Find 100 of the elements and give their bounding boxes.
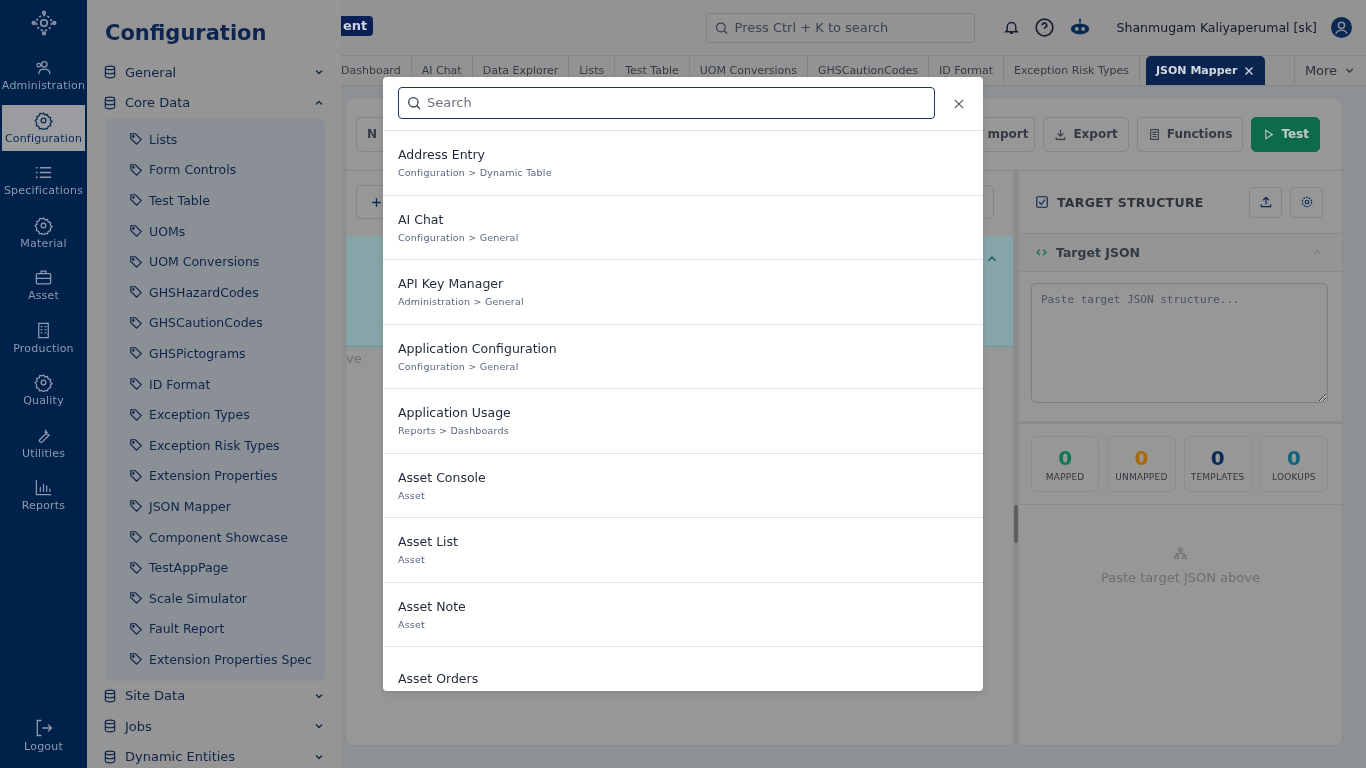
menu-item[interactable]: ID Format [129, 368, 325, 400]
menu-item[interactable]: GHSHazardCodes [129, 276, 325, 308]
search-field[interactable]: Press Ctrl + K to search [705, 12, 975, 43]
stat-value: 0 [1058, 446, 1073, 470]
upload-icon [1258, 195, 1273, 209]
search-result[interactable]: API Key Manager Administration > General [383, 260, 983, 325]
gear-icon [34, 373, 53, 392]
logout-button[interactable]: Logout [2, 712, 85, 758]
toolbar-button[interactable]: Functions [1136, 116, 1244, 152]
menu-item[interactable]: Exception Risk Types [129, 429, 325, 461]
panel-title: Configuration [105, 21, 268, 45]
help-icon[interactable] [1033, 17, 1055, 38]
tag-icon [129, 530, 143, 544]
tag-icon [129, 224, 143, 239]
stat-value: 0 [1134, 446, 1149, 470]
tab[interactable]: JSON Mapper [1146, 56, 1266, 85]
menu-item[interactable]: TestAppPage [129, 552, 325, 583]
search-result[interactable]: AI Chat Configuration > General [383, 195, 983, 260]
tag-icon [129, 652, 143, 667]
stat-label: UNMAPPED [1115, 472, 1168, 482]
menu-item[interactable]: Lists [129, 124, 325, 155]
tag-icon [129, 407, 143, 422]
menu-group[interactable]: General [103, 57, 325, 88]
chart-icon [34, 478, 53, 497]
menu-item[interactable]: GHSPictograms [129, 338, 325, 369]
tag-icon [129, 193, 143, 208]
user-name: Shanmugam Kaliyaperumal [sk] [1116, 20, 1317, 35]
menu-item[interactable]: UOM Conversions [129, 246, 325, 277]
download-icon [1054, 127, 1068, 141]
tag-icon [129, 591, 143, 606]
nav-item[interactable]: Reports [2, 472, 85, 518]
test-button[interactable]: Test [1251, 116, 1320, 152]
tag-icon [129, 468, 143, 483]
hierarchy-icon [1174, 547, 1187, 560]
tag-icon [129, 162, 143, 177]
menu-item[interactable]: Exception Types [129, 399, 325, 430]
nav-item[interactable]: Production [2, 314, 85, 361]
search-field[interactable]: Search [398, 86, 935, 119]
stat-label: TEMPLATES [1190, 472, 1245, 482]
panel-title: TARGET STRUCTURE [1057, 194, 1204, 210]
search-result[interactable]: Asset Orders [383, 647, 983, 691]
menu-item[interactable]: Test Table [129, 185, 325, 216]
nav-item[interactable]: Material [2, 209, 85, 256]
search-result[interactable]: Application Usage Reports > Dashboards [383, 389, 983, 454]
menu-item[interactable]: JSON Mapper [129, 491, 325, 522]
menu-group[interactable]: Dynamic Entities [103, 741, 325, 768]
database-icon [103, 719, 117, 734]
tag-icon [129, 499, 143, 514]
menu-group[interactable]: Core Data [103, 87, 325, 118]
search-result[interactable]: Address Entry Configuration > Dynamic Table [383, 131, 983, 196]
menu-item[interactable]: Component Showcase [129, 521, 325, 553]
search-result[interactable]: Asset Console Asset [383, 453, 983, 518]
menu-item[interactable]: Fault Report [129, 613, 325, 645]
stat-value: 0 [1286, 446, 1301, 470]
menu-item[interactable]: Scale Simulator [129, 582, 325, 614]
search-result[interactable]: Application Configuration Configuration > General [383, 324, 983, 389]
database-icon [103, 95, 117, 110]
settings-icon [1299, 195, 1314, 209]
close-icon[interactable] [1243, 64, 1256, 77]
menu-item[interactable]: GHSCautionCodes [129, 307, 325, 339]
search-icon [406, 94, 422, 111]
menu-group[interactable]: Site Data [103, 680, 325, 712]
nav-item[interactable]: Administration [2, 52, 85, 98]
search-icon [713, 20, 729, 35]
nav-item[interactable]: Configuration [2, 104, 85, 151]
nav-item[interactable]: Asset [2, 262, 85, 308]
menu-item[interactable]: Extension Properties [129, 460, 325, 492]
bell-icon[interactable] [1002, 19, 1020, 36]
database-icon [103, 688, 117, 703]
json-input[interactable]: Paste target JSON structure... [1031, 283, 1328, 403]
tag-icon [129, 560, 143, 575]
users-icon [34, 58, 53, 77]
settings-button[interactable] [1290, 186, 1323, 218]
toolbar-button[interactable]: Export [1043, 116, 1129, 152]
nav-item[interactable]: Utilities [2, 419, 85, 466]
logo-icon [30, 10, 57, 36]
stat-label: LOOKUPS [1272, 472, 1316, 482]
database-icon [103, 749, 117, 764]
play-icon [1262, 127, 1276, 141]
tag-icon [129, 315, 143, 330]
stat-label: MAPPED [1045, 472, 1085, 482]
tab[interactable]: Exception Risk Types [1004, 56, 1140, 85]
menu-item[interactable]: Extension Properties Spec [129, 644, 325, 675]
menu-item[interactable]: Form Controls [129, 154, 325, 186]
menu-item[interactable]: UOMs [129, 215, 325, 247]
code-icon [1035, 246, 1048, 259]
more-tabs-button[interactable]: More [1294, 56, 1366, 85]
tag-icon [129, 285, 143, 300]
avatar-icon[interactable] [1331, 17, 1352, 38]
search-result[interactable]: Asset List Asset [383, 518, 983, 583]
nav-item[interactable]: Specifications [2, 157, 85, 203]
menu-group[interactable]: Jobs [103, 711, 325, 742]
checkbox-icon [1035, 195, 1049, 209]
scrollbar-thumb[interactable] [1014, 505, 1018, 543]
tag-icon [129, 132, 143, 147]
briefcase-icon [34, 268, 53, 287]
nav-item[interactable]: Quality [2, 367, 85, 413]
upload-button[interactable] [1249, 186, 1282, 218]
stat-value: 0 [1210, 446, 1225, 470]
search-result[interactable]: Asset Note Asset [383, 582, 983, 647]
